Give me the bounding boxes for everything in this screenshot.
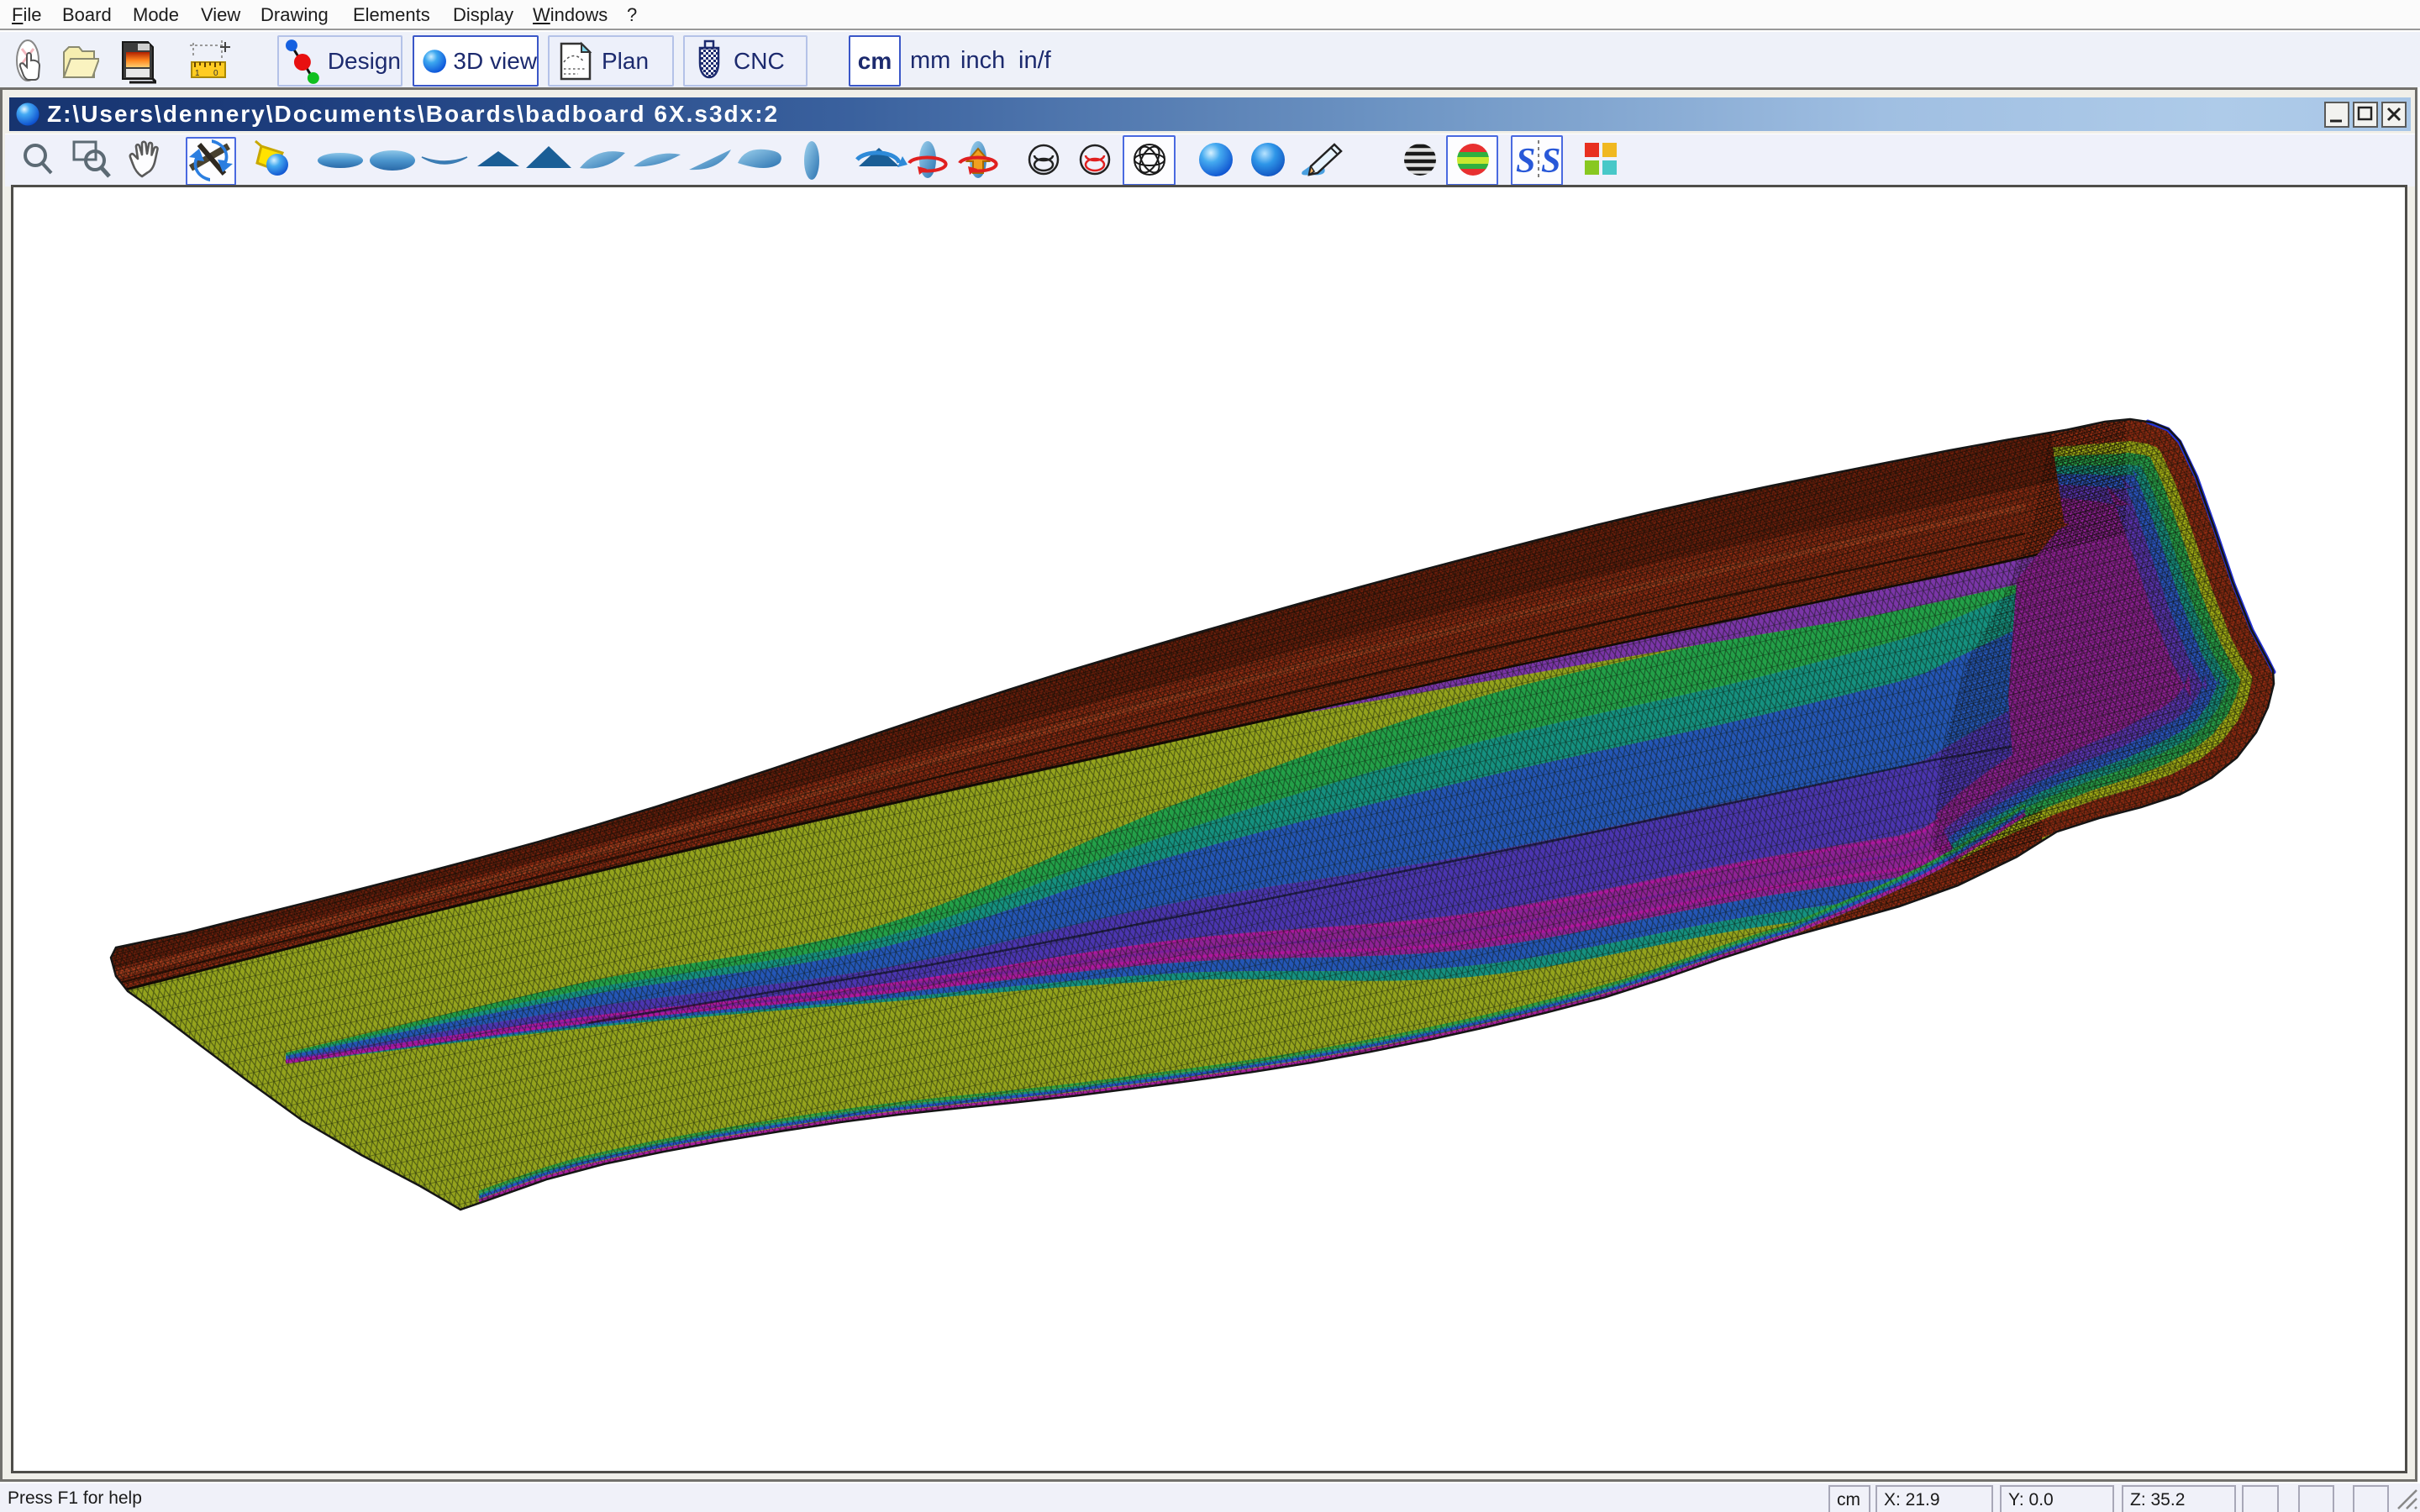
svg-text:0: 0 [213,69,218,78]
svg-text:S: S [1516,142,1535,181]
svg-text:S: S [1541,142,1560,181]
svg-text:1: 1 [195,69,200,78]
